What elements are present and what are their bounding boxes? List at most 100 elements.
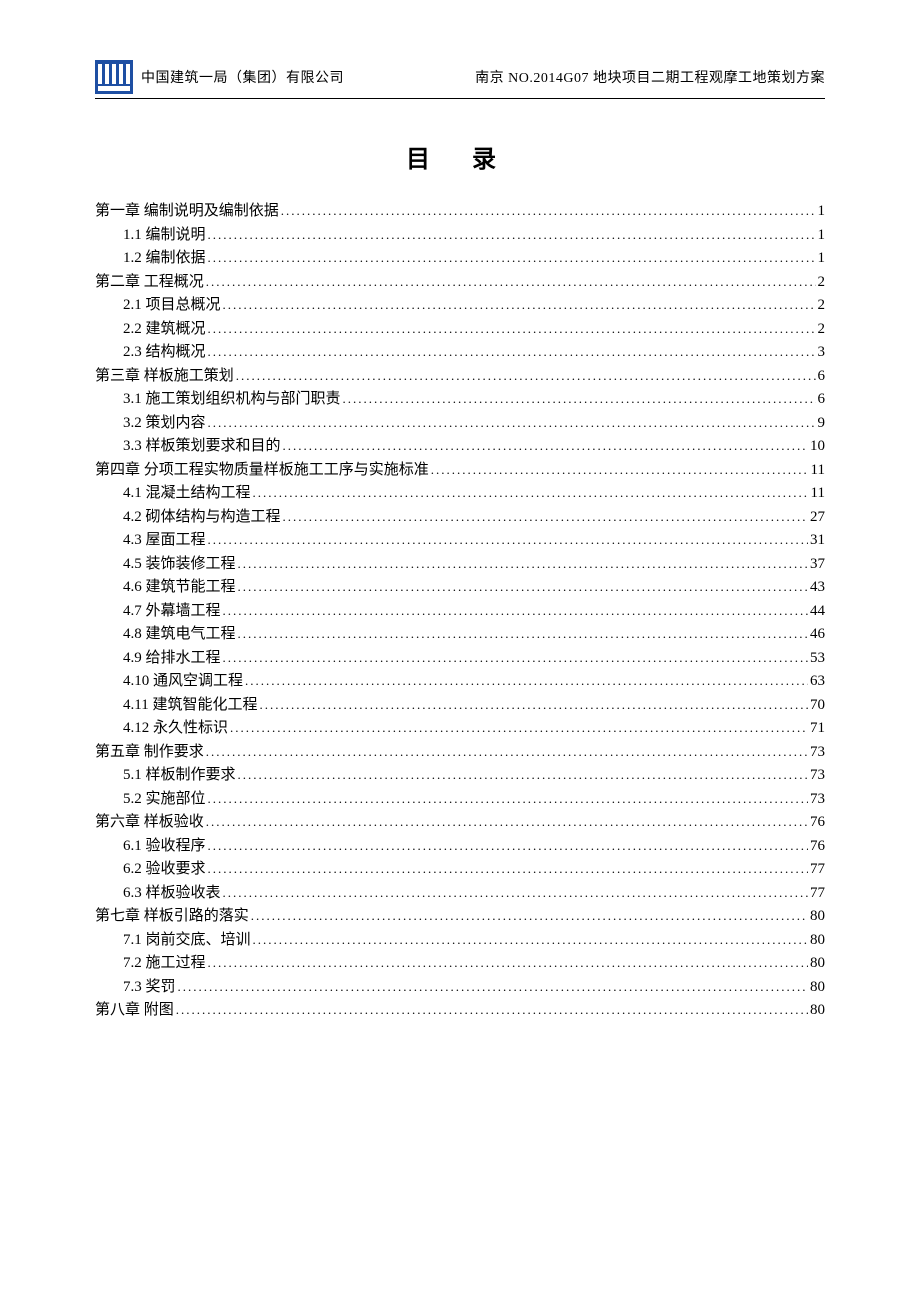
toc-entry-label: 4.3 屋面工程 xyxy=(123,533,206,548)
toc-entry-page: 80 xyxy=(810,909,825,924)
toc-leader-dots xyxy=(206,815,808,828)
toc-entry-label: 1.1 编制说明 xyxy=(123,228,206,243)
toc-entry-page: 6 xyxy=(818,369,826,384)
toc-entry-page: 1 xyxy=(818,228,826,243)
toc-entry: 第二章 工程概况2 xyxy=(95,275,825,290)
toc-leader-dots xyxy=(230,721,808,734)
toc-leader-dots xyxy=(208,956,808,969)
toc-entry-page: 73 xyxy=(810,768,825,783)
toc-leader-dots xyxy=(238,627,808,640)
toc-entry-page: 2 xyxy=(818,275,826,290)
toc-entry-label: 7.3 奖罚 xyxy=(123,980,176,995)
toc-entry: 4.8 建筑电气工程 46 xyxy=(95,627,825,642)
toc-entry: 第一章 编制说明及编制依据1 xyxy=(95,204,825,219)
toc-leader-dots xyxy=(208,792,808,805)
toc-leader-dots xyxy=(208,228,816,241)
toc-leader-dots xyxy=(238,557,808,570)
toc-entry-label: 4.9 给排水工程 xyxy=(123,651,221,666)
company-logo-icon xyxy=(95,60,133,94)
toc-entry: 7.2 施工过程80 xyxy=(95,956,825,971)
toc-entry-page: 77 xyxy=(810,862,825,877)
toc-leader-dots xyxy=(223,298,816,311)
toc-entry: 3.2 策划内容9 xyxy=(95,416,825,431)
toc-entry-page: 80 xyxy=(810,1003,825,1018)
toc-entry-page: 6 xyxy=(818,392,826,407)
toc-entry: 5.2 实施部位 73 xyxy=(95,792,825,807)
project-title: 南京 NO.2014G07 地块项目二期工程观摩工地策划方案 xyxy=(475,67,825,87)
toc-entry-label: 4.7 外幕墙工程 xyxy=(123,604,221,619)
toc-leader-dots xyxy=(208,416,816,429)
company-name: 中国建筑一局（集团）有限公司 xyxy=(141,67,344,87)
toc-entry: 5.1 样板制作要求73 xyxy=(95,768,825,783)
toc-entry-page: 44 xyxy=(810,604,825,619)
toc-entry-page: 76 xyxy=(810,815,825,830)
toc-entry-page: 1 xyxy=(818,251,826,266)
toc-leader-dots xyxy=(208,839,808,852)
toc-entry-label: 1.2 编制依据 xyxy=(123,251,206,266)
toc-leader-dots xyxy=(283,510,808,523)
toc-entry-page: 2 xyxy=(818,322,826,337)
toc-entry-page: 63 xyxy=(810,674,825,689)
toc-leader-dots xyxy=(236,369,816,382)
toc-entry: 4.11 建筑智能化工程70 xyxy=(95,698,825,713)
toc-entry-label: 第八章 附图 xyxy=(95,1003,174,1018)
toc-leader-dots xyxy=(208,345,816,358)
toc-leader-dots xyxy=(208,322,816,335)
toc-entry-label: 4.2 砌体结构与构造工程 xyxy=(123,510,281,525)
toc-entry: 3.1 施工策划组织机构与部门职责6 xyxy=(95,392,825,407)
toc-entry-page: 10 xyxy=(810,439,825,454)
toc-entry: 2.3 结构概况3 xyxy=(95,345,825,360)
toc-entry-label: 第五章 制作要求 xyxy=(95,745,204,760)
toc-title: 目 录 xyxy=(95,139,825,174)
toc-entry-label: 3.3 样板策划要求和目的 xyxy=(123,439,281,454)
toc-entry-page: 2 xyxy=(818,298,826,313)
toc-leader-dots xyxy=(245,674,808,687)
page-header: 中国建筑一局（集团）有限公司 南京 NO.2014G07 地块项目二期工程观摩工… xyxy=(95,60,825,99)
toc-entry: 4.10 通风空调工程 63 xyxy=(95,674,825,689)
toc-entry: 7.1 岗前交底、培训80 xyxy=(95,933,825,948)
toc-leader-dots xyxy=(208,251,816,264)
document-page: 中国建筑一局（集团）有限公司 南京 NO.2014G07 地块项目二期工程观摩工… xyxy=(0,0,920,1302)
toc-entry-page: 53 xyxy=(810,651,825,666)
toc-leader-dots xyxy=(283,439,808,452)
toc-entry: 1.1 编制说明 1 xyxy=(95,228,825,243)
toc-entry-label: 6.3 样板验收表 xyxy=(123,886,221,901)
toc-leader-dots xyxy=(208,533,808,546)
toc-leader-dots xyxy=(259,698,808,711)
toc-leader-dots xyxy=(431,463,809,476)
toc-entry-page: 46 xyxy=(810,627,825,642)
toc-entry: 第五章 制作要求73 xyxy=(95,745,825,760)
toc-entry-label: 4.8 建筑电气工程 xyxy=(123,627,236,642)
toc-entry: 4.2 砌体结构与构造工程27 xyxy=(95,510,825,525)
toc-entry: 4.12 永久性标识 71 xyxy=(95,721,825,736)
toc-entry-page: 71 xyxy=(810,721,825,736)
toc-entry-label: 2.2 建筑概况 xyxy=(123,322,206,337)
toc-entry-page: 37 xyxy=(810,557,825,572)
toc-entry: 6.3 样板验收表 77 xyxy=(95,886,825,901)
toc-entry-label: 第四章 分项工程实物质量样板施工工序与实施标准 xyxy=(95,463,429,478)
toc-entry: 4.7 外幕墙工程 44 xyxy=(95,604,825,619)
toc-entry-label: 7.1 岗前交底、培训 xyxy=(123,933,251,948)
toc-leader-dots xyxy=(223,886,808,899)
toc-entry-label: 2.3 结构概况 xyxy=(123,345,206,360)
toc-entry-label: 第一章 编制说明及编制依据 xyxy=(95,204,279,219)
toc-entry-label: 4.1 混凝土结构工程 xyxy=(123,486,251,501)
toc-entry-page: 31 xyxy=(810,533,825,548)
toc-entry-page: 73 xyxy=(810,792,825,807)
toc-entry-label: 5.2 实施部位 xyxy=(123,792,206,807)
toc-leader-dots xyxy=(176,1003,808,1016)
header-left: 中国建筑一局（集团）有限公司 xyxy=(95,60,344,94)
table-of-contents: 第一章 编制说明及编制依据1 1.1 编制说明 1 1.2 编制依据 1 第二章 工程概况… xyxy=(95,204,825,1018)
toc-entry: 1.2 编制依据 1 xyxy=(95,251,825,266)
toc-leader-dots xyxy=(223,604,808,617)
toc-entry-label: 2.1 项目总概况 xyxy=(123,298,221,313)
toc-entry-page: 77 xyxy=(810,886,825,901)
toc-entry-label: 4.10 通风空调工程 xyxy=(123,674,243,689)
toc-entry-label: 4.12 永久性标识 xyxy=(123,721,228,736)
toc-entry-label: 第六章 样板验收 xyxy=(95,815,204,830)
toc-entry: 第六章 样板验收 76 xyxy=(95,815,825,830)
toc-entry-label: 4.5 装饰装修工程 xyxy=(123,557,236,572)
toc-entry-label: 6.2 验收要求 xyxy=(123,862,206,877)
toc-entry: 第三章 样板施工策划6 xyxy=(95,369,825,384)
toc-entry-label: 4.11 建筑智能化工程 xyxy=(123,698,257,713)
